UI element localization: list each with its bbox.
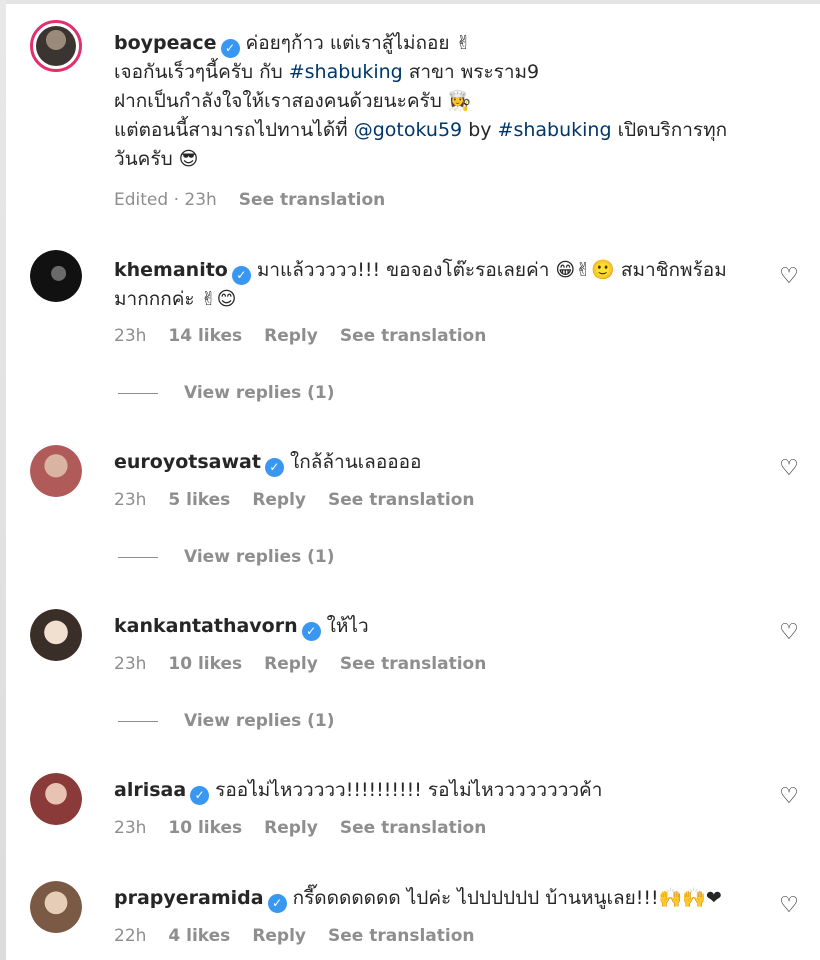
avatar[interactable] xyxy=(30,881,82,933)
view-replies-label: View replies (1) xyxy=(184,547,335,567)
mention-link[interactable]: @gotoku59 xyxy=(354,119,462,141)
view-replies-button[interactable]: View replies (1) xyxy=(118,383,335,403)
view-replies-label: View replies (1) xyxy=(184,711,335,731)
avatar[interactable] xyxy=(30,250,82,302)
reply-button[interactable]: Reply xyxy=(252,490,306,510)
likes-count[interactable]: 4 likes xyxy=(168,926,230,946)
window-top-border xyxy=(0,0,820,4)
reply-button[interactable]: Reply xyxy=(252,926,306,946)
view-replies-label: View replies (1) xyxy=(184,383,335,403)
timestamp: 23h xyxy=(114,326,147,346)
username[interactable]: boypeace xyxy=(114,32,217,54)
timestamp: 22h xyxy=(114,926,147,946)
like-heart-icon[interactable]: ♡ xyxy=(778,266,800,288)
caption-line: เจอกันเร็วๆนี้ครับ กับ #shabuking สาขา พ… xyxy=(114,61,540,83)
divider xyxy=(118,556,158,558)
see-translation-link[interactable]: See translation xyxy=(328,490,474,510)
comment-text: มากกกค่ะ ✌😊 xyxy=(114,288,237,310)
post-meta: Edited · 23h See translation xyxy=(114,190,407,210)
timestamp: 23h xyxy=(114,818,147,838)
verified-icon: ✓ xyxy=(301,622,321,641)
like-heart-icon[interactable]: ♡ xyxy=(778,786,800,808)
like-heart-icon[interactable]: ♡ xyxy=(778,895,800,917)
see-translation-link[interactable]: See translation xyxy=(340,818,486,838)
caption-line: ค่อยๆก้าว แต่เราสู้ไม่ถอย ✌ xyxy=(245,32,472,54)
caption-line: แต่ตอนนี้สามารถไปทานได้ที่ @gotoku59 by … xyxy=(114,119,728,141)
likes-count[interactable]: 10 likes xyxy=(168,818,242,838)
timestamp: 23h xyxy=(114,654,147,674)
see-translation-link[interactable]: See translation xyxy=(340,326,486,346)
username[interactable]: khemanito xyxy=(114,259,228,281)
likes-count[interactable]: 10 likes xyxy=(168,654,242,674)
likes-count[interactable]: 14 likes xyxy=(168,326,242,346)
caption-line: ฝากเป็นกำลังใจให้เราสองคนด้วยนะครับ 👩‍🍳 xyxy=(114,90,472,112)
comment-meta: 22h 4 likes Reply See translation xyxy=(114,926,496,946)
hashtag-link[interactable]: #shabuking xyxy=(289,61,403,83)
view-replies-button[interactable]: View replies (1) xyxy=(118,711,335,731)
like-heart-icon[interactable]: ♡ xyxy=(778,622,800,644)
see-translation-link[interactable]: See translation xyxy=(340,654,486,674)
see-translation-link[interactable]: See translation xyxy=(328,926,474,946)
edited-label: Edited · 23h xyxy=(114,190,217,210)
avatar[interactable] xyxy=(30,773,82,825)
reply-button[interactable]: Reply xyxy=(264,654,318,674)
view-replies-button[interactable]: View replies (1) xyxy=(118,547,335,567)
avatar[interactable] xyxy=(30,20,82,72)
comment-meta: 23h 10 likes Reply See translation xyxy=(114,818,508,838)
username[interactable]: kankantathavorn xyxy=(114,615,298,637)
avatar[interactable] xyxy=(30,609,82,661)
comment-text: ใกล้ล้านเลออออ xyxy=(289,451,422,473)
verified-icon: ✓ xyxy=(264,458,284,477)
verified-icon: ✓ xyxy=(267,894,287,913)
comment-text: มาแล้ววววว!!! ขอจองโต๊ะรอเลยค่า 😁✌🙂 สมาช… xyxy=(256,259,727,281)
comment-meta: 23h 10 likes Reply See translation xyxy=(114,654,508,674)
avatar[interactable] xyxy=(30,445,82,497)
comment-text: กรี๊ดดดดดดด ไปค่ะ ไปปปปปป บ้านหนูเลย!!!🙌… xyxy=(292,887,722,909)
verified-icon: ✓ xyxy=(220,39,240,58)
hashtag-link[interactable]: #shabuking xyxy=(498,119,612,141)
comment-meta: 23h 5 likes Reply See translation xyxy=(114,490,496,510)
reply-button[interactable]: Reply xyxy=(264,818,318,838)
comment-text: ให้ไว xyxy=(326,615,369,637)
divider xyxy=(118,392,158,394)
username[interactable]: euroyotsawat xyxy=(114,451,261,473)
username[interactable]: prapyeramida xyxy=(114,887,264,909)
verified-icon: ✓ xyxy=(190,786,210,805)
comment-meta: 23h 14 likes Reply See translation xyxy=(114,326,508,346)
comment-text: รออไม่ไหววววว!!!!!!!!!! รอไม่ไหววววววววค… xyxy=(215,779,603,801)
username[interactable]: alrisaa xyxy=(114,779,186,801)
caption-line: วันครับ 😎 xyxy=(114,148,199,170)
reply-button[interactable]: Reply xyxy=(264,326,318,346)
verified-icon: ✓ xyxy=(231,266,251,285)
likes-count[interactable]: 5 likes xyxy=(168,490,230,510)
window-left-border xyxy=(0,0,6,960)
timestamp: 23h xyxy=(114,490,147,510)
see-translation-link[interactable]: See translation xyxy=(239,190,385,210)
like-heart-icon[interactable]: ♡ xyxy=(778,458,800,480)
divider xyxy=(118,720,158,722)
